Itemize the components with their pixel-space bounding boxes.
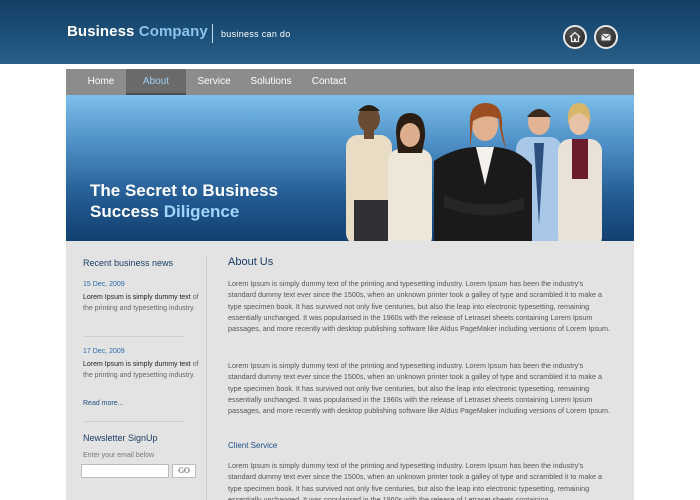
news-item-lead: Lorem Ipsum is simply dummy text [83,361,191,368]
main-nav: Home About Service Solutions Contact [66,69,634,95]
newsletter-heading: Newsletter SignUp [83,433,158,443]
hero-title-line1: The Secret to Business [90,181,279,200]
person-3 [434,103,532,241]
go-button[interactable]: GO [172,464,196,478]
hero-title-word: Success [90,202,159,221]
news-item: Lorem Ipsum is simply dummy text of the … [83,292,201,314]
page-title: About Us [228,256,274,268]
news-date: 17 Dec, 2009 [83,348,125,355]
person-2 [388,113,432,241]
hero-banner: The Secret to Business Success Diligence [66,95,634,241]
nav-item-about[interactable]: About [126,69,186,95]
about-paragraph: Lorem Ipsum is simply dummy text of the … [228,361,610,416]
business-team-photo [346,103,602,241]
client-service-paragraph: Lorem Ipsum is simply dummy text of the … [228,461,602,500]
brand-name-accent: Company [138,23,208,40]
news-item-lead: Lorem Ipsum is simply dummy text [83,294,191,301]
read-more-link[interactable]: Read more... [83,400,123,407]
person-5 [558,103,602,241]
news-date: 15 Dec, 2009 [83,281,125,288]
mail-icon[interactable] [594,25,618,49]
about-paragraph: Lorem Ipsum is simply dummy text of the … [228,279,610,334]
section-heading: Client Service [228,441,278,450]
news-item: Lorem Ipsum is simply dummy text of the … [83,359,201,381]
hero-title-highlight: Diligence [163,202,240,221]
column-divider [206,256,207,500]
tagline: business can do [221,29,291,39]
site-header: Business Company business can do [0,0,700,64]
news-divider [83,336,184,337]
person-1 [346,105,392,241]
brand-name: Business [67,23,135,40]
nav-item-contact[interactable]: Contact [302,69,356,95]
nav-item-solutions[interactable]: Solutions [242,69,300,95]
hero-title: The Secret to Business Success Diligence [90,180,278,222]
email-label: Enter your email below [83,452,155,459]
hero-title-line2: Success Diligence [90,201,278,222]
news-heading: Recent business news [83,258,174,268]
logo-divider [212,24,213,43]
nav-item-service[interactable]: Service [188,69,240,95]
home-icon[interactable] [563,25,587,49]
nav-item-home[interactable]: Home [76,69,126,95]
brand-logo[interactable]: Business Company [67,23,208,40]
email-input[interactable] [81,464,169,478]
news-divider [83,421,184,422]
